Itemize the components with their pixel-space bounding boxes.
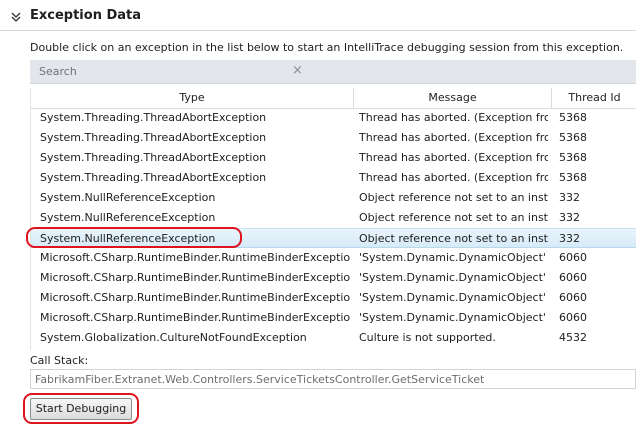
cell-thread-id: 4532 bbox=[559, 331, 587, 344]
table-row[interactable]: System.Threading.ThreadAbortException Thr… bbox=[31, 148, 636, 168]
cell-message: Thread has aborted. (Exception from bbox=[359, 151, 548, 164]
cell-thread-id: 6060 bbox=[559, 271, 587, 284]
close-icon[interactable]: × bbox=[292, 63, 303, 78]
table-row[interactable]: System.NullReferenceException Object refe… bbox=[31, 188, 636, 208]
cell-type: System.NullReferenceException bbox=[40, 211, 216, 224]
call-stack-label: Call Stack: bbox=[30, 354, 89, 367]
cell-message: Object reference not set to an instar bbox=[359, 232, 548, 245]
table-row[interactable]: System.Threading.ThreadAbortException Thr… bbox=[31, 128, 636, 148]
instructions-text: Double click on an exception in the list… bbox=[30, 41, 624, 54]
table-header: Type Message Thread Id bbox=[31, 88, 636, 109]
cell-type: System.NullReferenceException bbox=[40, 191, 216, 204]
table-row[interactable]: System.Threading.ThreadAbortException Thr… bbox=[31, 168, 636, 188]
cell-message: Thread has aborted. (Exception from bbox=[359, 171, 548, 184]
cell-thread-id: 6060 bbox=[559, 291, 587, 304]
cell-type: System.Threading.ThreadAbortException bbox=[40, 131, 267, 144]
cell-message: Object reference not set to an instar bbox=[359, 191, 548, 204]
section-title: Exception Data bbox=[30, 8, 142, 23]
exception-list[interactable]: Type Message Thread Id System.Threading.… bbox=[30, 88, 636, 350]
annotation-circle bbox=[26, 227, 242, 248]
cell-thread-id: 332 bbox=[559, 232, 580, 245]
table-row[interactable]: Microsoft.CSharp.RuntimeBinder.RuntimeBi… bbox=[31, 248, 636, 268]
table-row[interactable]: Microsoft.CSharp.RuntimeBinder.RuntimeBi… bbox=[31, 268, 636, 288]
table-row[interactable]: Microsoft.CSharp.RuntimeBinder.RuntimeBi… bbox=[31, 308, 636, 328]
column-header-message[interactable]: Message bbox=[354, 91, 551, 104]
cell-thread-id: 5368 bbox=[559, 171, 587, 184]
column-header-thread-id[interactable]: Thread Id bbox=[552, 91, 636, 104]
chevron-collapse-icon[interactable] bbox=[10, 10, 22, 22]
cell-thread-id: 5368 bbox=[559, 111, 587, 124]
cell-type: Microsoft.CSharp.RuntimeBinder.RuntimeBi… bbox=[40, 251, 350, 264]
cell-type: Microsoft.CSharp.RuntimeBinder.RuntimeBi… bbox=[40, 311, 350, 324]
cell-thread-id: 6060 bbox=[559, 311, 587, 324]
cell-thread-id: 332 bbox=[559, 211, 580, 224]
call-stack-value: FabrikamFiber.Extranet.Web.Controllers.S… bbox=[35, 373, 485, 386]
table-row[interactable]: System.Globalization.CultureNotFoundExce… bbox=[31, 328, 636, 348]
cell-message: Object reference not set to an instar bbox=[359, 211, 548, 224]
cell-type: System.Threading.ThreadAbortException bbox=[40, 171, 267, 184]
column-header-type[interactable]: Type bbox=[31, 91, 353, 104]
annotation-circle bbox=[23, 393, 139, 424]
cell-thread-id: 5368 bbox=[559, 131, 587, 144]
cell-thread-id: 6060 bbox=[559, 251, 587, 264]
search-placeholder: Search bbox=[39, 65, 77, 78]
cell-message: 'System.Dynamic.DynamicObject' d bbox=[359, 251, 548, 264]
table-row[interactable]: Microsoft.CSharp.RuntimeBinder.RuntimeBi… bbox=[31, 288, 636, 308]
cell-type: System.Globalization.CultureNotFoundExce… bbox=[40, 331, 307, 344]
cell-thread-id: 5368 bbox=[559, 151, 587, 164]
cell-type: Microsoft.CSharp.RuntimeBinder.RuntimeBi… bbox=[40, 291, 350, 304]
cell-thread-id: 332 bbox=[559, 191, 580, 204]
cell-type: System.Threading.ThreadAbortException bbox=[40, 151, 267, 164]
cell-type: Microsoft.CSharp.RuntimeBinder.RuntimeBi… bbox=[40, 271, 350, 284]
table-row[interactable]: System.Threading.ThreadAbortException Thr… bbox=[31, 108, 636, 128]
cell-message: 'System.Dynamic.DynamicObject' d bbox=[359, 271, 548, 284]
cell-message: 'System.Dynamic.DynamicObject' d bbox=[359, 291, 548, 304]
cell-message: Thread has aborted. (Exception from bbox=[359, 111, 548, 124]
call-stack-field[interactable]: FabrikamFiber.Extranet.Web.Controllers.S… bbox=[30, 369, 636, 389]
section-header[interactable]: Exception Data bbox=[0, 0, 636, 33]
search-input[interactable]: Search × bbox=[30, 60, 636, 84]
cell-type: System.Threading.ThreadAbortException bbox=[40, 111, 267, 124]
cell-message: Thread has aborted. (Exception from bbox=[359, 131, 548, 144]
header-divider bbox=[0, 30, 636, 31]
cell-message: Culture is not supported. bbox=[359, 331, 496, 344]
cell-message: 'System.Dynamic.DynamicObject' d bbox=[359, 311, 548, 324]
table-row[interactable]: System.NullReferenceException Object refe… bbox=[31, 208, 636, 228]
